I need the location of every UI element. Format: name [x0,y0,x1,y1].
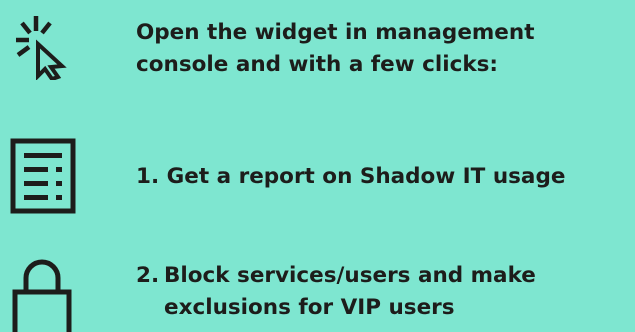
report-document-icon [10,138,76,214]
step-block-line-2: exclusions for VIP users [164,295,455,320]
step-block-line-1: Block services/users and make [164,263,536,288]
lock-icon [12,252,72,332]
intro-line-1: Open the widget in management [136,20,535,45]
step-block: 2. Block services/users and make exclusio… [136,260,536,324]
cursor-click-icon [14,14,76,80]
step-block-number: 2. [136,263,160,288]
step-report-text: 1. Get a report on Shadow IT usage [136,164,566,189]
step-report: 1. Get a report on Shadow IT usage [136,161,565,193]
intro-line-2: console and with a few clicks: [136,52,499,77]
intro-text: Open the widget in management console an… [136,17,534,81]
